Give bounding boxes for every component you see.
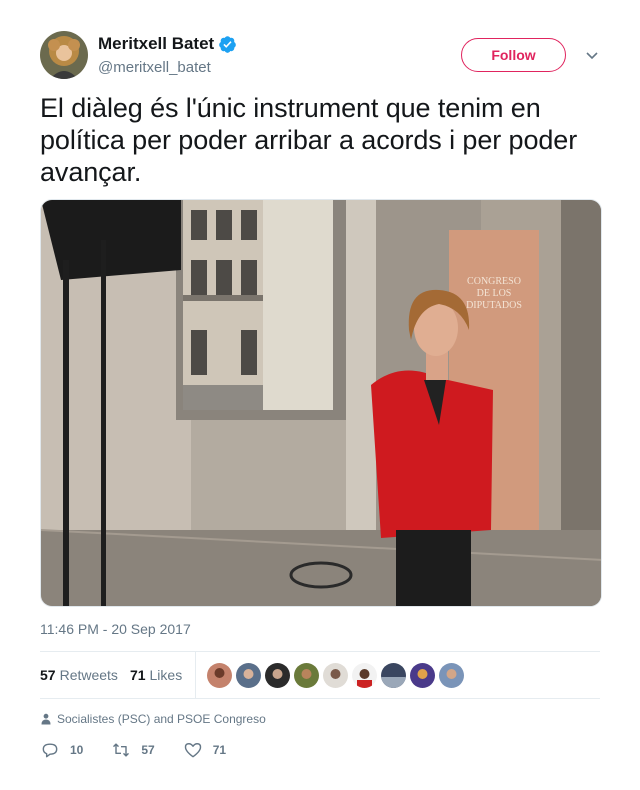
tweet-photo[interactable]: CONGRESO DE LOS DIPUTADOS	[40, 199, 602, 607]
liker-avatar[interactable]	[265, 662, 291, 688]
retweet-count: 57	[141, 743, 155, 757]
verified-badge-icon	[219, 35, 237, 53]
liker-avatar[interactable]	[439, 662, 465, 688]
tweet-timestamp[interactable]: 11:46 PM - 20 Sep 2017	[40, 621, 191, 637]
user-handle[interactable]: @meritxell_batet	[98, 59, 237, 76]
chevron-down-icon[interactable]	[585, 48, 599, 62]
liker-avatar[interactable]	[236, 662, 262, 688]
svg-text:DIPUTADOS: DIPUTADOS	[466, 300, 522, 311]
display-name[interactable]: Meritxell Batet	[98, 34, 214, 54]
stats-divider	[195, 652, 197, 698]
liker-avatar[interactable]	[381, 662, 407, 688]
likes-count: 71	[129, 667, 146, 683]
like-button[interactable]: 71	[183, 740, 226, 760]
reply-count: 10	[70, 743, 84, 757]
svg-text:CONGRESO: CONGRESO	[467, 276, 521, 287]
reply-button[interactable]: 10	[40, 740, 83, 760]
user-info: Meritxell Batet @meritxell_batet	[98, 33, 237, 76]
likes-stat[interactable]: 71 Likes	[130, 667, 182, 683]
retweets-count: 57	[40, 667, 56, 683]
tweet-actions: 10 57 71	[40, 740, 254, 760]
retweet-icon	[113, 743, 130, 757]
likes-label: Likes	[149, 667, 183, 683]
tweet-header: Meritxell Batet @meritxell_batet Follow	[40, 31, 600, 79]
engagement-stats: 57 Retweets 71 Likes	[40, 651, 600, 699]
retweets-stat[interactable]: 57 Retweets	[40, 667, 118, 683]
context-text[interactable]: Socialistes (PSC) and PSOE Congreso	[57, 712, 266, 726]
tweet-text: El diàleg és l'únic instrument que tenim…	[40, 93, 578, 187]
liker-avatar[interactable]	[352, 662, 378, 688]
liker-avatars	[207, 662, 468, 688]
person-icon	[41, 713, 51, 725]
reply-icon	[42, 743, 58, 758]
follow-button[interactable]: Follow	[461, 38, 566, 72]
liker-avatar[interactable]	[207, 662, 233, 688]
like-count: 71	[212, 743, 227, 757]
liker-avatar[interactable]	[410, 662, 436, 688]
retweet-button[interactable]: 57	[111, 740, 155, 760]
heart-icon	[184, 743, 201, 758]
tweet-context: Socialistes (PSC) and PSOE Congreso	[40, 712, 266, 726]
liker-avatar[interactable]	[323, 662, 349, 688]
avatar[interactable]	[40, 31, 88, 79]
retweets-label: Retweets	[59, 667, 118, 683]
svg-text:DE LOS: DE LOS	[477, 288, 512, 299]
liker-avatar[interactable]	[294, 662, 320, 688]
